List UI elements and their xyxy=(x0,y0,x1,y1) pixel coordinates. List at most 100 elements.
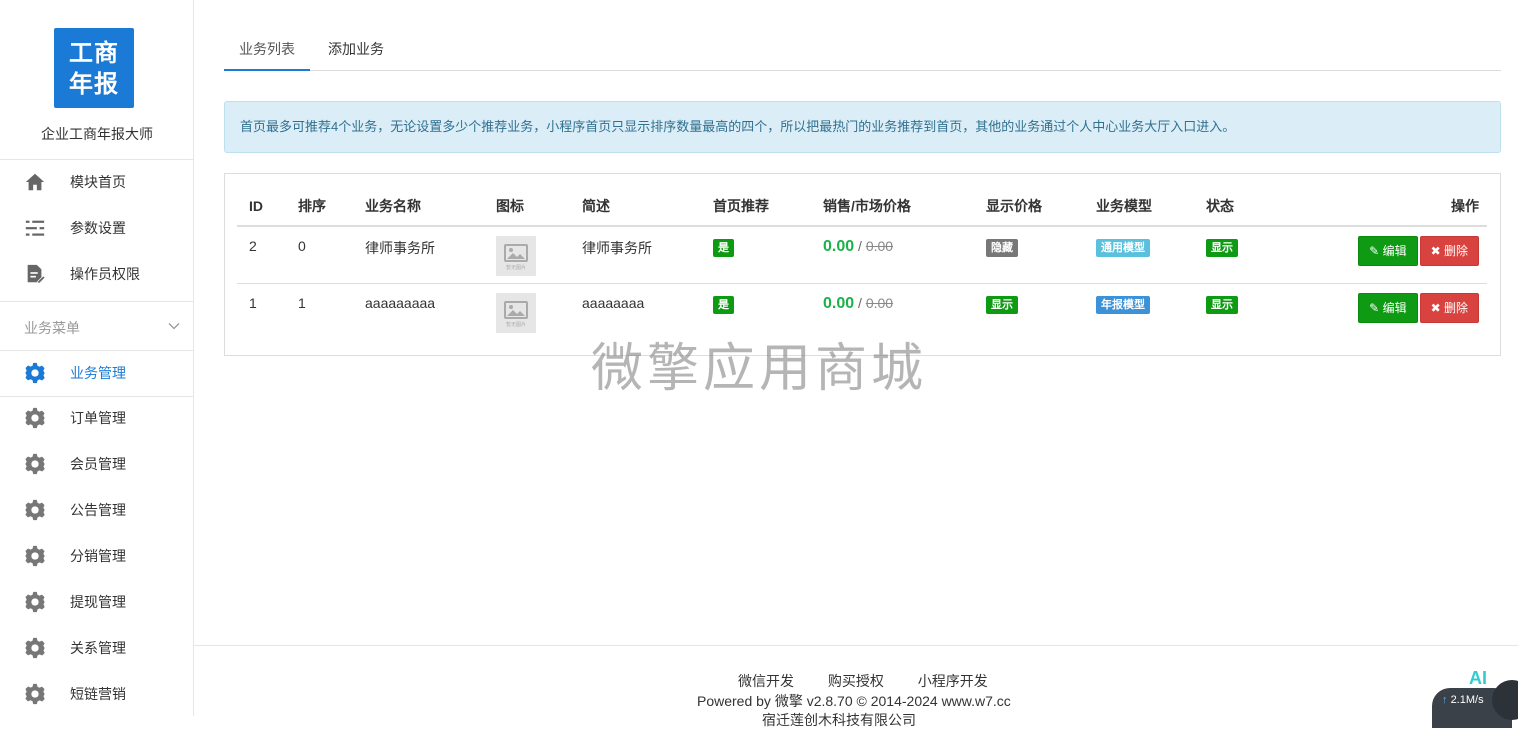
gear-icon xyxy=(24,453,46,475)
column-header: 操作 xyxy=(1274,186,1487,227)
sidebar-item-announcement-management[interactable]: 公告管理 xyxy=(0,487,194,533)
cell-show-price: 隐藏 xyxy=(974,226,1084,284)
cell-name: aaaaaaaaa xyxy=(365,294,436,311)
pencil-icon: ✎ xyxy=(1369,244,1380,258)
gear-icon xyxy=(24,407,46,429)
cell-icon: 暂无图片 xyxy=(484,226,570,284)
close-icon: ✖ xyxy=(1430,300,1441,315)
cell-desc: 律师事务所 xyxy=(570,226,701,284)
cell-actions: ✎ 编辑 ✖ 删除 xyxy=(1274,226,1487,284)
sidebar-divider xyxy=(0,301,194,302)
model-badge: 通用模型 xyxy=(1096,239,1150,257)
sidebar-item-label: 操作员权限 xyxy=(70,266,140,282)
edit-button[interactable]: ✎ 编辑 xyxy=(1358,236,1418,266)
column-header: 显示价格 xyxy=(974,186,1084,227)
image-placeholder-caption: 暂无图片 xyxy=(506,264,526,271)
info-alert: 首页最多可推荐4个业务，无论设置多少个推荐业务，小程序首页只显示排序数量最高的四… xyxy=(224,101,1501,153)
column-header: 业务模型 xyxy=(1084,186,1194,227)
sidebar-section-business-menu[interactable]: 业务菜单 xyxy=(0,304,194,348)
network-speed-value: 2.1M/s xyxy=(1450,694,1484,706)
sidebar-item-short-link-marketing[interactable]: 短链营销 xyxy=(0,671,194,717)
image-placeholder-icon: 暂无图片 xyxy=(496,292,536,333)
sidebar-item-member-management[interactable]: 会员管理 xyxy=(0,441,194,487)
cell-model: 通用模型 xyxy=(1084,226,1194,284)
footer-divider xyxy=(194,645,1518,646)
sidebar-item-label: 参数设置 xyxy=(70,220,126,236)
column-header: 图标 xyxy=(484,186,570,227)
sidebar-item-module-home[interactable]: 模块首页 xyxy=(0,159,194,205)
footer-powered-by: Powered by 微擎 v2.8.70 © 2014-2024 www.w7… xyxy=(697,693,1011,709)
sidebar-item-label: 分销管理 xyxy=(70,548,126,564)
chevron-down-icon xyxy=(168,323,180,330)
image-placeholder-caption: 暂无图片 xyxy=(506,321,526,328)
cell-model: 年报模型 xyxy=(1084,283,1194,340)
sidebar-item-distribution-management[interactable]: 分销管理 xyxy=(0,533,194,579)
sidebar-item-label: 公告管理 xyxy=(70,502,126,518)
show-price-badge: 显示 xyxy=(986,295,1018,314)
sidebar-item-settings[interactable]: 参数设置 xyxy=(0,205,194,251)
price-separator: / xyxy=(858,294,862,311)
table-header-row: ID 排序 业务名称 图标 简述 首页推荐 销售/市场价格 显示价格 业务模型 … xyxy=(237,186,1487,227)
column-header: 简述 xyxy=(570,186,701,227)
app-name: 企业工商年报大师 xyxy=(41,126,153,142)
sidebar-item-relationship-management[interactable]: 关系管理 xyxy=(0,625,194,671)
sidebar-item-business-management[interactable]: 业务管理 xyxy=(0,350,194,396)
footer-company: 宿迁莲创木科技有限公司 xyxy=(762,712,916,728)
gear-icon xyxy=(24,637,46,659)
sidebar-item-label: 提现管理 xyxy=(70,594,126,610)
cell-status: 显示 xyxy=(1194,283,1274,340)
sidebar-item-withdrawal-management[interactable]: 提现管理 xyxy=(0,579,194,625)
upload-arrow-icon: ↑ xyxy=(1442,694,1448,706)
sidebar-item-label: 会员管理 xyxy=(70,456,126,472)
cell-sort: 1 xyxy=(298,294,306,311)
footer-link-miniprogram-dev[interactable]: 小程序开发 xyxy=(918,673,988,689)
edit-button[interactable]: ✎ 编辑 xyxy=(1358,292,1418,323)
table-row: 2 0 律师事务所 暂无图片 律师事务所 是 0.00 / 0.00 隐藏 通用… xyxy=(237,226,1487,284)
model-badge: 年报模型 xyxy=(1096,295,1150,314)
column-header: 首页推荐 xyxy=(701,186,811,227)
sidebar: 工商 年报 企业工商年报大师 模块首页 参数设置 操作员权限 业务菜单 业务管理… xyxy=(0,0,194,716)
status-badge: 显示 xyxy=(1206,239,1238,257)
delete-label: 删除 xyxy=(1443,244,1468,258)
gear-icon xyxy=(24,545,46,567)
sidebar-item-order-management[interactable]: 订单管理 xyxy=(0,395,194,441)
image-placeholder-icon: 暂无图片 xyxy=(496,236,536,276)
app-logo: 工商 年报 xyxy=(54,28,134,108)
edit-label: 编辑 xyxy=(1382,300,1407,315)
logo-text-line1: 工商 xyxy=(69,38,119,67)
sidebar-item-operator-permissions[interactable]: 操作员权限 xyxy=(0,251,194,297)
cell-recommend: 是 xyxy=(701,226,811,284)
sidebar-item-label: 关系管理 xyxy=(70,640,126,656)
sale-price: 0.00 xyxy=(823,294,855,312)
ai-assistant-icon[interactable]: AI xyxy=(1469,668,1487,689)
gear-icon xyxy=(24,591,46,613)
gear-icon xyxy=(24,362,46,384)
column-header: 销售/市场价格 xyxy=(811,186,974,227)
footer-link-buy-license[interactable]: 购买授权 xyxy=(828,673,884,689)
cell-price: 0.00 / 0.00 xyxy=(811,226,974,284)
home-icon xyxy=(25,173,45,191)
price-separator: / xyxy=(858,238,862,254)
column-header: 状态 xyxy=(1194,186,1274,227)
tab-add-business[interactable]: 添加业务 xyxy=(328,30,384,71)
column-header: 业务名称 xyxy=(353,186,484,227)
cell-id: 2 xyxy=(237,226,286,284)
delete-label: 删除 xyxy=(1443,300,1468,315)
recommend-badge: 是 xyxy=(713,295,734,314)
cell-show-price: 显示 xyxy=(974,283,1084,340)
watermark: 微擎应用商城 xyxy=(591,339,928,399)
business-table: ID 排序 业务名称 图标 简述 首页推荐 销售/市场价格 显示价格 业务模型 … xyxy=(237,186,1487,340)
footer-link-wechat-dev[interactable]: 微信开发 xyxy=(738,673,794,689)
gear-icon xyxy=(24,499,46,521)
market-price: 0.00 xyxy=(865,294,894,311)
sidebar-item-label: 业务管理 xyxy=(70,365,126,381)
delete-button[interactable]: ✖ 删除 xyxy=(1419,236,1479,266)
tab-business-list[interactable]: 业务列表 xyxy=(224,30,310,71)
list-settings-icon xyxy=(25,220,45,236)
footer-links: 微信开发 购买授权 小程序开发 xyxy=(738,671,1018,691)
delete-button[interactable]: ✖ 删除 xyxy=(1419,292,1479,323)
cell-icon: 暂无图片 xyxy=(484,283,570,340)
sidebar-item-label: 模块首页 xyxy=(70,174,126,190)
recommend-badge: 是 xyxy=(713,239,734,257)
cell-status: 显示 xyxy=(1194,226,1274,284)
